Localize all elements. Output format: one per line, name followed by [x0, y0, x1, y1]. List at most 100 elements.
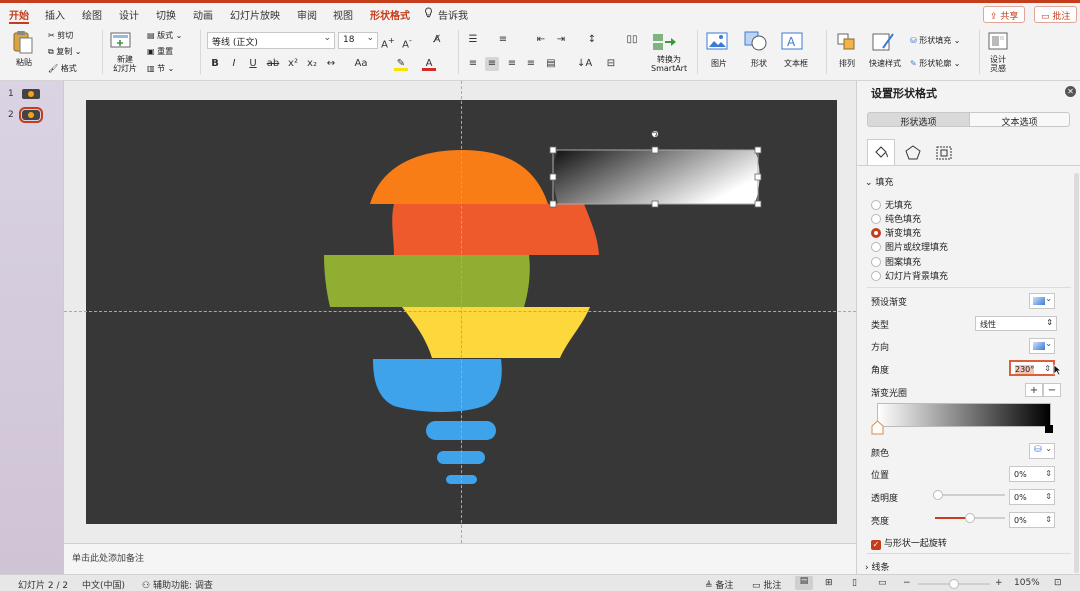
gradient-stops-bar[interactable]	[877, 403, 1051, 427]
clear-format-icon[interactable]: A̸	[430, 33, 444, 47]
fill-option-slide-background[interactable]: 幻灯片背景填充	[871, 269, 948, 282]
line-section-header[interactable]: › 线条	[865, 560, 889, 573]
effects-pentagon-icon[interactable]	[905, 145, 921, 164]
close-icon[interactable]: ✕	[1065, 86, 1076, 97]
designer-icon[interactable]	[987, 30, 1009, 52]
preset-gradient-picker[interactable]	[1029, 293, 1055, 309]
slider-knob[interactable]	[949, 579, 959, 589]
direction-picker[interactable]	[1029, 338, 1055, 354]
align-right-icon[interactable]: ≡	[505, 57, 519, 71]
columns-icon[interactable]: ▯▯	[625, 33, 639, 47]
zoom-out-icon[interactable]: −	[903, 578, 911, 588]
normal-view-icon[interactable]: ▤	[795, 576, 813, 590]
section-button[interactable]: ▥ 节 ⌄	[147, 63, 174, 74]
fill-option-pattern[interactable]: 图案填充	[871, 255, 921, 268]
paste-icon[interactable]	[12, 30, 34, 54]
bulb-slice-yellow[interactable]	[402, 307, 590, 358]
tab-slideshow[interactable]: 幻灯片放映	[230, 7, 280, 22]
brightness-slider[interactable]	[935, 513, 1005, 523]
zoom-slider[interactable]	[918, 579, 990, 589]
picture-icon[interactable]	[706, 32, 728, 50]
layout-button[interactable]: ▤ 版式 ⌄	[147, 30, 182, 41]
comments-toggle[interactable]: ▭ 批注	[752, 578, 781, 591]
fit-to-window-icon[interactable]: ⊡	[1054, 578, 1062, 588]
add-stop-icon[interactable]: +	[1025, 383, 1043, 397]
tab-animations[interactable]: 动画	[193, 7, 213, 22]
fill-option-solid[interactable]: 纯色填充	[871, 212, 921, 225]
highlight-icon[interactable]: ✎	[394, 57, 408, 71]
tab-insert[interactable]: 插入	[45, 7, 65, 22]
tell-me-icon[interactable]	[424, 7, 433, 19]
shape-icon[interactable]	[744, 30, 768, 52]
align-left-icon[interactable]: ≡	[466, 57, 480, 71]
slide-sorter-icon[interactable]: ⊞	[825, 578, 833, 588]
size-properties-icon[interactable]	[935, 145, 953, 164]
strikethrough-icon[interactable]: ab	[266, 57, 280, 71]
comments-button[interactable]: ▭ 批注	[1034, 6, 1078, 23]
fill-section-header[interactable]: ⌄ 填充	[865, 175, 893, 188]
align-center-icon[interactable]: ≡	[485, 57, 499, 71]
bold-icon[interactable]: B	[208, 57, 222, 71]
zoom-level[interactable]: 105%	[1014, 578, 1040, 588]
new-slide-icon[interactable]	[110, 30, 134, 50]
shape-outline-button[interactable]: ✎ 形状轮廓 ⌄	[910, 58, 961, 69]
gradient-shape[interactable]	[553, 150, 760, 204]
position-input[interactable]: 0%	[1009, 466, 1055, 482]
justify-icon[interactable]: ≡	[524, 57, 538, 71]
fill-option-none[interactable]: 无填充	[871, 198, 912, 211]
arrange-icon[interactable]	[836, 32, 858, 52]
notes-pane[interactable]: 单击此处添加备注	[64, 543, 856, 574]
transparency-input[interactable]: 0%	[1009, 489, 1055, 505]
bulb-slice-blue[interactable]	[373, 359, 502, 412]
gradient-type-select[interactable]: 线性 ⇕	[975, 316, 1057, 331]
remove-stop-icon[interactable]: −	[1043, 383, 1061, 397]
slide-thumbnail-1[interactable]	[22, 89, 40, 99]
line-spacing-icon[interactable]: ↕	[585, 33, 599, 47]
angle-input[interactable]: 230°	[1009, 360, 1055, 376]
tab-design[interactable]: 设计	[119, 7, 139, 22]
fill-option-gradient[interactable]: 渐变填充	[871, 226, 921, 239]
superscript-icon[interactable]: x²	[286, 57, 300, 71]
font-name-select[interactable]: 等线 (正文)	[207, 32, 335, 49]
fill-option-picture[interactable]: 图片或纹理填充	[871, 240, 948, 253]
tab-transitions[interactable]: 切换	[156, 7, 176, 22]
language-status[interactable]: 中文(中国)	[82, 578, 125, 591]
align-text-icon[interactable]: ⊟	[604, 57, 618, 71]
reset-button[interactable]: ▣ 重置	[147, 46, 173, 57]
change-case-icon[interactable]: Aa	[354, 57, 368, 71]
accessibility-status[interactable]: ⚇ 辅助功能: 调查	[142, 578, 213, 591]
slide-thumbnail-2[interactable]	[19, 107, 43, 123]
transparency-slider[interactable]	[933, 490, 1005, 500]
tab-text-options[interactable]: 文本选项	[970, 112, 1070, 128]
quick-styles-icon[interactable]	[871, 30, 895, 54]
slider-knob[interactable]	[965, 513, 975, 523]
gradient-stop-white[interactable]	[871, 420, 884, 438]
vertical-guide[interactable]	[461, 81, 462, 543]
tab-draw[interactable]: 绘图	[82, 7, 102, 22]
bullets-icon[interactable]: ☰	[466, 33, 480, 47]
font-size-select[interactable]: 18	[338, 32, 378, 49]
subscript-icon[interactable]: x₂	[305, 57, 319, 71]
shape-fill-button[interactable]: ⛁ 形状填充 ⌄	[910, 35, 961, 46]
bulb-slice-orange[interactable]	[370, 150, 548, 204]
gradient-stop-black[interactable]	[1045, 425, 1053, 433]
tab-view[interactable]: 视图	[333, 7, 353, 22]
rotate-handle-icon[interactable]	[651, 130, 659, 138]
text-direction-icon[interactable]: ↓A	[577, 57, 592, 71]
bulb-slice-red[interactable]	[392, 204, 599, 255]
decrease-indent-icon[interactable]: ⇤	[534, 33, 548, 47]
reading-view-icon[interactable]: ▯	[852, 578, 857, 588]
color-picker[interactable]: ⛁	[1029, 443, 1055, 459]
char-spacing-icon[interactable]: ↔	[324, 57, 338, 71]
decrease-font-icon[interactable]: A-	[400, 33, 414, 50]
brightness-input[interactable]: 0%	[1009, 512, 1055, 528]
slider-knob[interactable]	[933, 490, 943, 500]
copy-button[interactable]: ⧉ 复制 ⌄	[48, 46, 82, 57]
textbox-icon[interactable]: A	[781, 32, 803, 50]
panel-scrollbar[interactable]	[1074, 173, 1079, 573]
increase-font-icon[interactable]: A+	[381, 33, 395, 50]
tab-review[interactable]: 审阅	[297, 7, 317, 22]
bulb-slice-green[interactable]	[324, 255, 530, 307]
tab-tell-me[interactable]: 告诉我	[438, 7, 468, 22]
italic-icon[interactable]: I	[227, 57, 241, 71]
